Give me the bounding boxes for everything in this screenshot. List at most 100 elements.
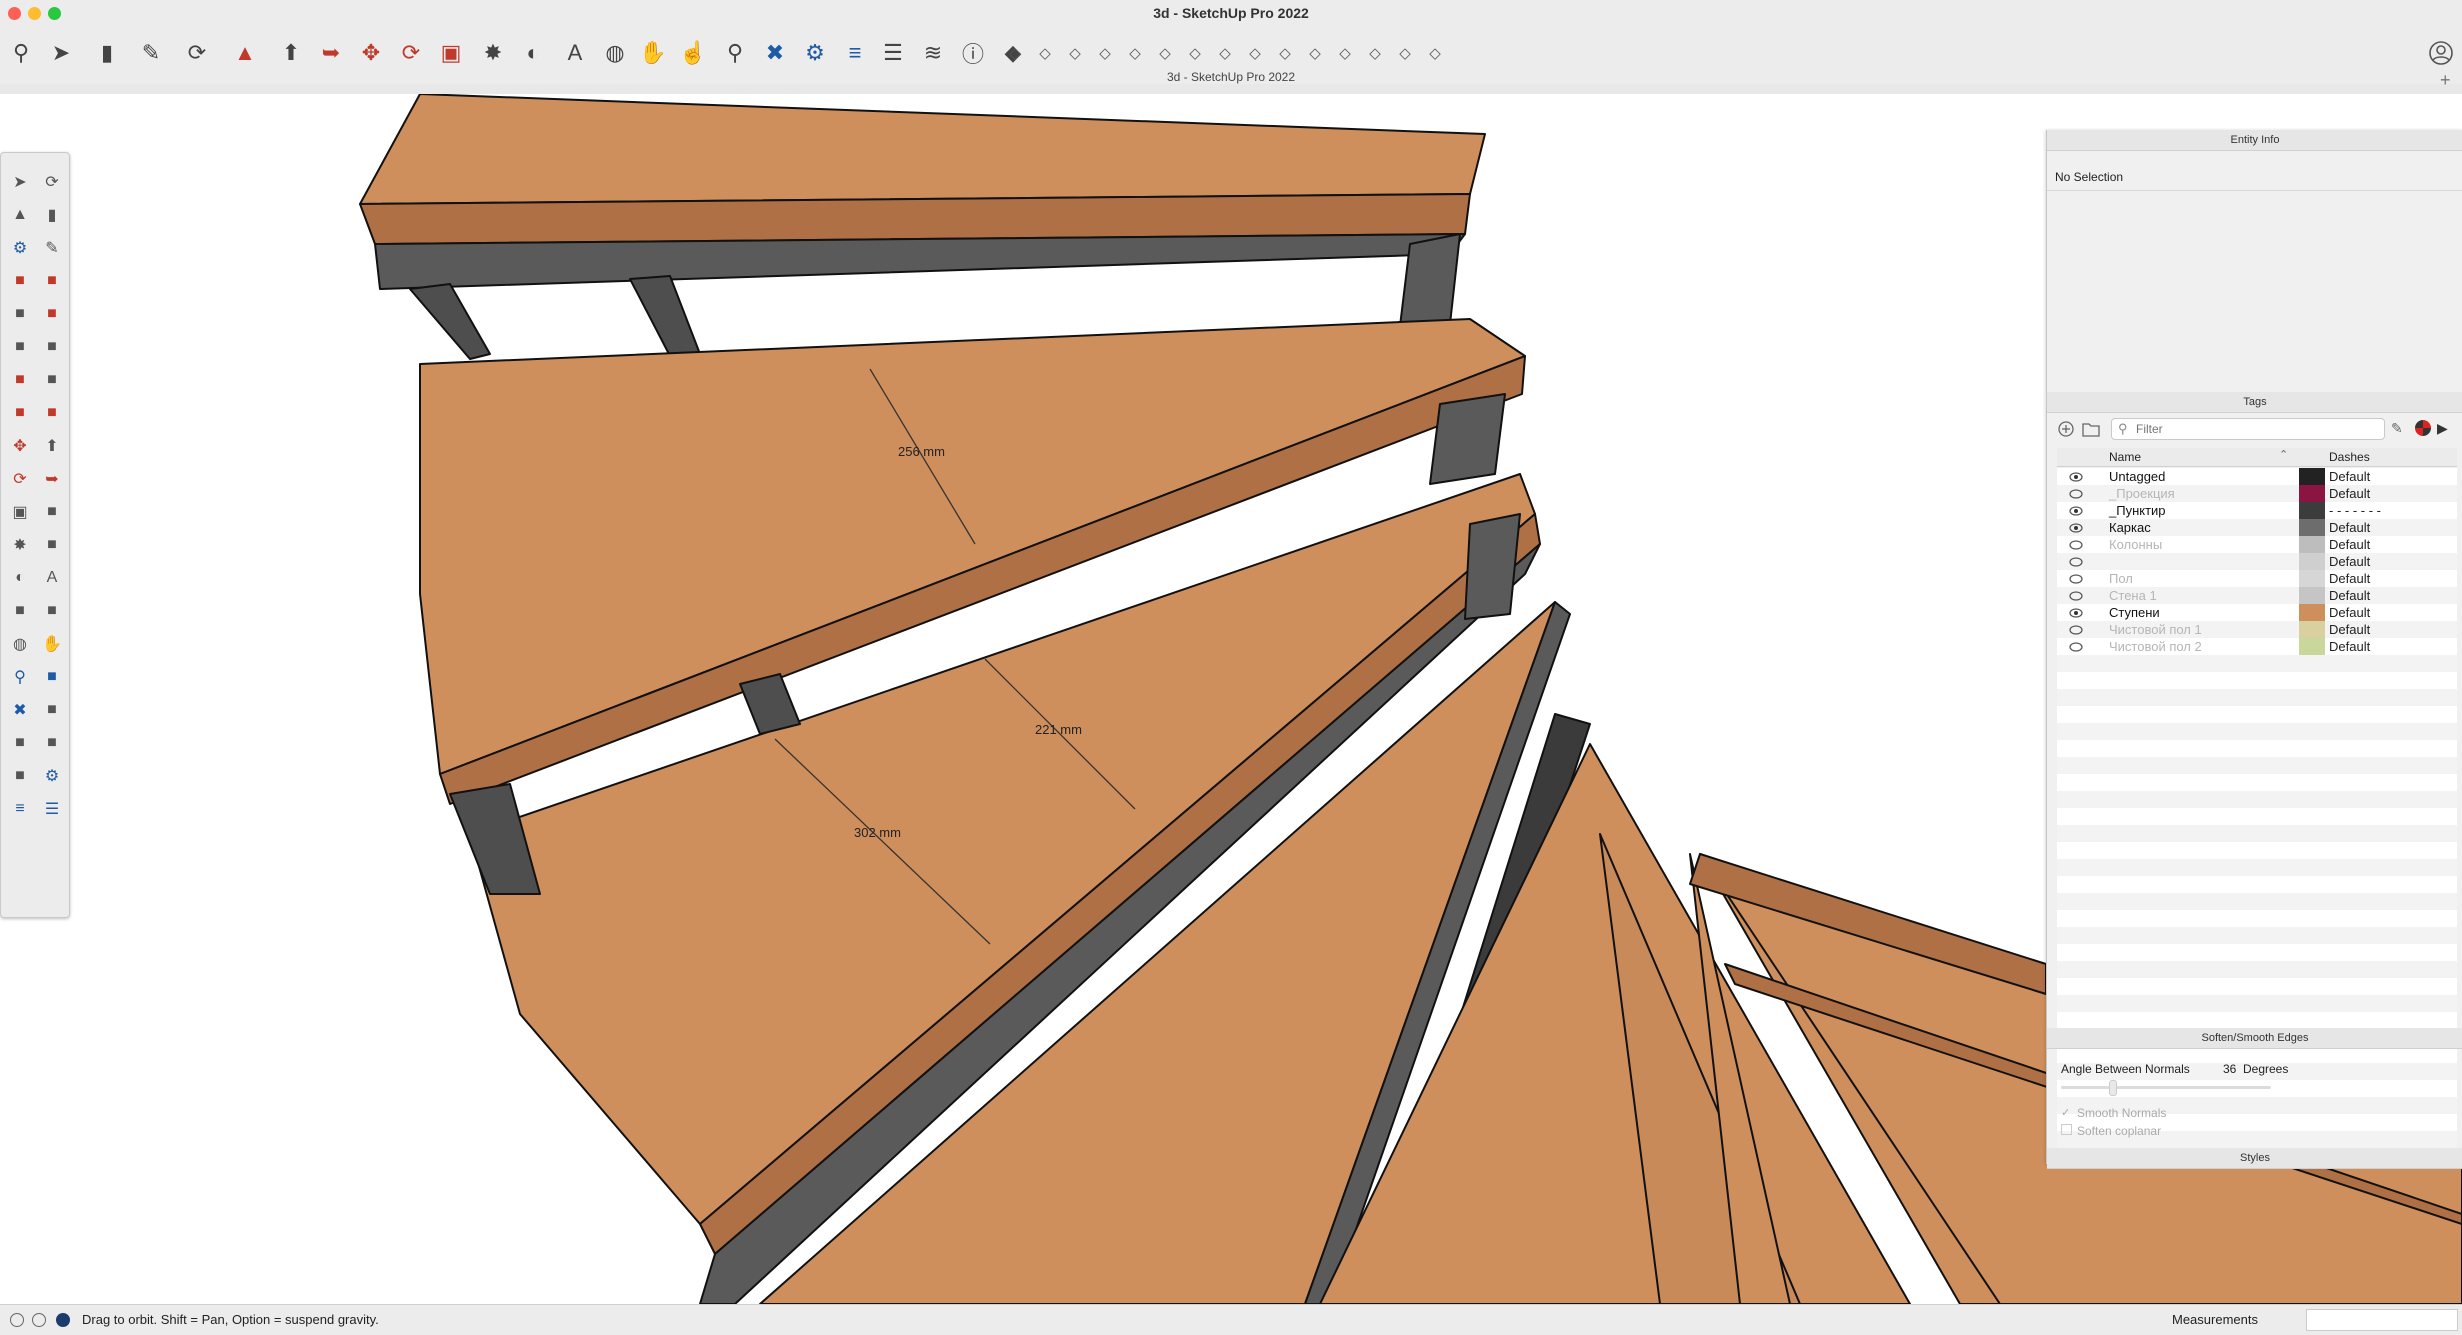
sort-ascending-icon[interactable]: ⌃ bbox=[2279, 448, 2288, 461]
eraser-icon[interactable]: ▮ bbox=[39, 202, 65, 228]
add-tag-icon[interactable] bbox=[2057, 420, 2077, 440]
tag-dash[interactable]: Default bbox=[2329, 622, 2370, 637]
tag-color-swatch[interactable] bbox=[2299, 638, 2325, 655]
tag-name[interactable]: Каркас bbox=[2109, 520, 2151, 535]
tag-name[interactable]: _Проекция bbox=[2109, 486, 2175, 501]
tag-dash[interactable]: Default bbox=[2329, 520, 2370, 535]
zoom-extents-icon[interactable]: ✖ bbox=[760, 38, 790, 68]
pie-icon[interactable]: ■ bbox=[39, 367, 65, 393]
warehouse-icon[interactable]: ⚙ bbox=[800, 38, 830, 68]
eye-open-icon[interactable] bbox=[2069, 504, 2083, 516]
eye-open-icon[interactable] bbox=[2069, 470, 2083, 482]
angle-value[interactable]: 36 bbox=[2223, 1062, 2236, 1076]
follow-me-icon[interactable]: ➥ bbox=[316, 38, 346, 68]
component-icon[interactable]: ◇ bbox=[1420, 38, 1450, 68]
credits-icon[interactable] bbox=[32, 1313, 46, 1327]
component-icon[interactable]: ◇ bbox=[1390, 38, 1420, 68]
line-icon[interactable]: ■ bbox=[7, 268, 33, 294]
angle-slider[interactable] bbox=[2061, 1080, 2271, 1096]
tag-row[interactable]: Каркас Default bbox=[2057, 519, 2457, 536]
tag-row[interactable]: Чистовой пол 1 Default bbox=[2057, 621, 2457, 638]
zoom-icon[interactable]: ⚲ bbox=[720, 38, 750, 68]
lasso-icon[interactable]: ⟳ bbox=[182, 38, 212, 68]
hand-icon[interactable]: ☝ bbox=[678, 38, 708, 68]
tag-color-swatch[interactable] bbox=[2299, 553, 2325, 570]
tag-color-swatch[interactable] bbox=[2299, 536, 2325, 553]
move-icon[interactable]: ✥ bbox=[7, 433, 33, 459]
freehand-icon[interactable]: ■ bbox=[39, 268, 65, 294]
pan-icon[interactable]: ✋ bbox=[638, 38, 668, 68]
scale-icon[interactable]: ▣ bbox=[436, 38, 466, 68]
walk-icon[interactable]: ■ bbox=[7, 730, 33, 756]
rotate-icon[interactable]: ⟳ bbox=[396, 38, 426, 68]
add-tab-icon[interactable]: + bbox=[2440, 70, 2451, 91]
circle-icon[interactable]: ■ bbox=[7, 334, 33, 360]
pencil-icon[interactable]: ✎ bbox=[136, 38, 166, 68]
style-icon[interactable]: ◇ bbox=[1000, 38, 1030, 68]
paint-bucket-icon[interactable]: ▲ bbox=[7, 202, 33, 228]
pan-icon[interactable]: ✋ bbox=[39, 631, 65, 657]
search-icon[interactable]: ⚲ bbox=[6, 38, 36, 68]
polygon-icon[interactable]: ■ bbox=[39, 334, 65, 360]
component-icon[interactable]: ◇ bbox=[1300, 38, 1330, 68]
column-dashes[interactable]: Dashes bbox=[2329, 450, 2370, 464]
eye-open-icon[interactable] bbox=[2069, 521, 2083, 533]
tag-row[interactable]: _Проекция Default bbox=[2057, 485, 2457, 502]
stack-icon[interactable]: ☰ bbox=[39, 796, 65, 822]
layers-icon[interactable]: ≡ bbox=[840, 38, 870, 68]
three-point-arc-icon[interactable]: ■ bbox=[39, 400, 65, 426]
move-icon[interactable]: ✥ bbox=[356, 38, 386, 68]
styles-header[interactable]: Styles bbox=[2047, 1148, 2462, 1169]
tag-color-swatch[interactable] bbox=[2299, 604, 2325, 621]
tag-dash[interactable]: Default bbox=[2329, 571, 2370, 586]
tag-color-swatch[interactable] bbox=[2299, 468, 2325, 485]
eye-open-icon[interactable] bbox=[2069, 606, 2083, 618]
stairs-icon[interactable]: ◇ bbox=[1210, 38, 1240, 68]
soften-coplanar-checkbox[interactable] bbox=[2061, 1124, 2072, 1135]
entity-info-header[interactable]: Entity Info bbox=[2047, 130, 2462, 151]
details-icon[interactable]: ▶ bbox=[2437, 420, 2455, 438]
text-icon[interactable]: A bbox=[560, 38, 590, 68]
position-camera-icon[interactable]: ■ bbox=[39, 697, 65, 723]
select-icon[interactable]: ➤ bbox=[46, 38, 76, 68]
tags-filter-input[interactable] bbox=[2134, 420, 2378, 438]
text-icon[interactable]: A bbox=[39, 565, 65, 591]
account-icon[interactable] bbox=[2426, 38, 2456, 68]
angle-slider-thumb[interactable] bbox=[2109, 1080, 2117, 1096]
offset-icon[interactable]: ■ bbox=[39, 499, 65, 525]
tag-row[interactable]: _Пунктир - - - - - - - bbox=[2057, 502, 2457, 519]
follow-me-icon[interactable]: ➥ bbox=[39, 466, 65, 492]
style-icon[interactable]: ◇ bbox=[1120, 38, 1150, 68]
dimension-icon[interactable]: ■ bbox=[39, 532, 65, 558]
tag-color-swatch[interactable] bbox=[2299, 621, 2325, 638]
sections-icon[interactable]: ≋ bbox=[918, 38, 948, 68]
eraser-icon[interactable]: ▮ bbox=[92, 38, 122, 68]
dimension-label[interactable]: 302 mm bbox=[854, 825, 901, 840]
tag-color-swatch[interactable] bbox=[2299, 570, 2325, 587]
smooth-normals-checkbox[interactable]: ✓ bbox=[2061, 1106, 2070, 1119]
style-icon[interactable]: ◇ bbox=[1060, 38, 1090, 68]
tag-row[interactable]: Чистовой пол 2 Default bbox=[2057, 638, 2457, 655]
tag-color-swatch[interactable] bbox=[2299, 502, 2325, 519]
color-by-tag-icon[interactable] bbox=[2415, 420, 2431, 436]
edit-tag-icon[interactable]: ✎ bbox=[2391, 420, 2411, 440]
instructor-icon[interactable] bbox=[56, 1313, 70, 1327]
eye-closed-icon[interactable] bbox=[2069, 572, 2083, 584]
select-icon[interactable]: ➤ bbox=[7, 169, 33, 195]
tag-dash[interactable]: Default bbox=[2329, 486, 2370, 501]
eye-closed-icon[interactable] bbox=[2069, 589, 2083, 601]
tape-measure-icon[interactable]: ✸ bbox=[7, 532, 33, 558]
component-icon[interactable]: ◇ bbox=[1270, 38, 1300, 68]
scale-icon[interactable]: ▣ bbox=[7, 499, 33, 525]
tag-dash[interactable]: Default bbox=[2329, 588, 2370, 603]
eye-closed-icon[interactable] bbox=[2069, 640, 2083, 652]
tag-dash[interactable]: Default bbox=[2329, 605, 2370, 620]
arc-icon[interactable]: ■ bbox=[7, 367, 33, 393]
rectangle-icon[interactable]: ■ bbox=[7, 301, 33, 327]
protractor-icon[interactable]: ◐ bbox=[518, 38, 548, 68]
eye-closed-icon[interactable] bbox=[2069, 487, 2083, 499]
rotate-icon[interactable]: ⟳ bbox=[7, 466, 33, 492]
orbit-icon[interactable]: ◍ bbox=[7, 631, 33, 657]
dimension-label[interactable]: 221 mm bbox=[1035, 722, 1082, 737]
push-pull-icon[interactable]: ⬆ bbox=[276, 38, 306, 68]
